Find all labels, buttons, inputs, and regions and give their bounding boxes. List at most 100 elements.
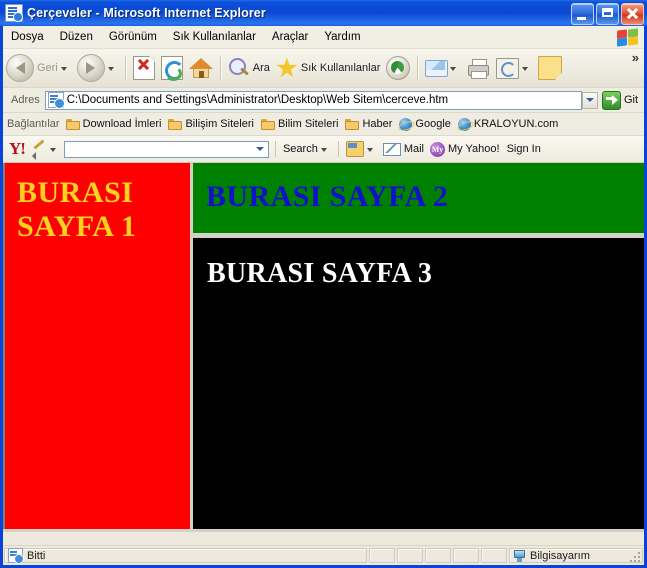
menu-item-gorunum[interactable]: Görünüm	[101, 29, 165, 45]
notes-icon	[538, 56, 563, 80]
ie-page-icon	[456, 117, 475, 133]
back-chevron-down-icon[interactable]	[60, 67, 67, 71]
forward-button[interactable]	[74, 51, 121, 85]
menu-bar: Dosya Düzen Görünüm Sık Kullanılanlar Ar…	[3, 26, 644, 49]
options-chevron-down-icon[interactable]	[366, 148, 373, 152]
link-bilisim-siteleri[interactable]: Bilişim Siteleri	[168, 118, 254, 130]
folder-icon	[260, 118, 275, 130]
print-button[interactable]	[463, 51, 493, 85]
folder-icon	[65, 118, 80, 130]
sign-in-button[interactable]: Sign In	[503, 143, 545, 155]
home-icon	[188, 57, 213, 79]
frame-sayfa-1[interactable]: BURASI SAYFA 1	[5, 163, 191, 529]
frame-sayfa-2[interactable]: BURASI SAYFA 2	[193, 163, 644, 233]
window-title: Çerçeveler - Microsoft Internet Explorer	[27, 6, 266, 20]
yahoo-mail-label: Mail	[403, 143, 424, 155]
edit-icon	[496, 57, 520, 79]
address-input[interactable]: C:\Documents and Settings\Administrator\…	[44, 90, 582, 110]
yahoo-search-dropdown-button[interactable]	[253, 142, 268, 157]
link-download-imleri[interactable]: Download İmleri	[65, 118, 162, 130]
yahoo-logo[interactable]: Y!	[9, 139, 26, 159]
yahoo-mail-button[interactable]: Mail	[380, 142, 427, 156]
pencil-chevron-down-icon[interactable]	[49, 148, 56, 152]
windows-flag-icon	[614, 27, 640, 47]
yahoo-search-button[interactable]: Search	[280, 143, 334, 155]
search-options-icon	[345, 141, 364, 157]
favorites-label: Sık Kullanılanlar	[300, 62, 381, 74]
media-icon	[386, 56, 411, 80]
security-zone-pane[interactable]: Bilgisayarım	[509, 548, 643, 563]
search-icon	[228, 57, 250, 79]
link-bilim-siteleri[interactable]: Bilim Siteleri	[260, 118, 339, 130]
notes-button[interactable]	[535, 51, 565, 85]
close-button[interactable]	[621, 3, 644, 25]
menu-item-dosya[interactable]: Dosya	[3, 29, 52, 45]
link-label: KRALOYUN.com	[473, 118, 559, 130]
pencil-icon[interactable]	[31, 139, 47, 160]
menu-item-araclar[interactable]: Araçlar	[264, 29, 316, 45]
link-google[interactable]: Google	[397, 117, 451, 133]
refresh-button[interactable]	[158, 51, 186, 85]
menu-item-yardim[interactable]: Yardım	[316, 29, 368, 45]
frame2-heading: BURASI SAYFA 2	[206, 180, 449, 213]
link-label: Bilişim Siteleri	[185, 118, 254, 130]
my-yahoo-button[interactable]: My My Yahoo!	[427, 141, 503, 157]
forward-chevron-down-icon[interactable]	[107, 67, 114, 71]
address-value: C:\Documents and Settings\Administrator\…	[66, 94, 449, 106]
search-label: Ara	[252, 62, 270, 74]
refresh-icon	[160, 56, 184, 81]
edit-chevron-down-icon[interactable]	[522, 67, 529, 71]
client-area: Dosya Düzen Görünüm Sık Kullanılanlar Ar…	[3, 26, 644, 565]
edit-button[interactable]	[493, 51, 535, 85]
browser-window: Çerçeveler - Microsoft Internet Explorer…	[0, 0, 647, 568]
link-label: Bilim Siteleri	[277, 118, 339, 130]
frame1-heading: BURASI SAYFA 1	[17, 176, 190, 243]
frame3-heading: BURASI SAYFA 3	[207, 258, 433, 289]
link-label: Download İmleri	[82, 118, 162, 130]
status-bar: Bitti Bilgisayarım	[3, 545, 644, 565]
status-pane: Bitti	[4, 548, 367, 564]
yahoo-searchbox-options-button[interactable]	[343, 141, 380, 157]
address-bar: Adres C:\Documents and Settings\Administ…	[3, 88, 644, 113]
toolbar-divider	[124, 56, 126, 80]
go-label: Git	[623, 94, 638, 106]
toolbar-divider	[219, 56, 221, 80]
search-button[interactable]: Ara	[225, 51, 273, 85]
link-kraloyun[interactable]: KRALOYUN.com	[456, 117, 559, 133]
minimize-button[interactable]	[571, 3, 594, 25]
back-button[interactable]: Geri	[3, 51, 74, 85]
mail-button[interactable]	[422, 51, 463, 85]
links-label: Bağlantılar	[7, 118, 60, 130]
yahoo-search-chevron-down-icon[interactable]	[320, 148, 327, 152]
stop-button[interactable]	[130, 51, 158, 85]
folder-icon	[168, 118, 183, 130]
mail-icon	[382, 142, 401, 156]
link-haber[interactable]: Haber	[345, 118, 392, 130]
page-content-frameset: BURASI SAYFA 1 BURASI SAYFA 2 BURASI SAY…	[3, 163, 644, 532]
my-yahoo-label: My Yahoo!	[447, 143, 500, 155]
toolbar-overflow-icon[interactable]: »	[632, 51, 639, 64]
yahoo-search-input[interactable]	[63, 140, 269, 158]
status-pane-extra	[397, 548, 423, 563]
mail-chevron-down-icon[interactable]	[450, 67, 457, 71]
home-button[interactable]	[186, 51, 216, 85]
address-dropdown-button[interactable]	[581, 91, 598, 109]
media-button[interactable]	[383, 51, 413, 85]
ie-document-icon	[5, 4, 23, 22]
favorites-button[interactable]: Sık Kullanılanlar	[273, 51, 384, 85]
go-button[interactable]: Git	[599, 90, 642, 110]
chevron-down-icon	[585, 98, 594, 102]
maximize-button[interactable]	[596, 3, 619, 25]
caption-buttons	[571, 3, 644, 25]
chevron-down-icon	[256, 147, 265, 151]
link-label: Google	[415, 118, 451, 130]
menu-item-sik-kullanilanlar[interactable]: Sık Kullanılanlar	[165, 29, 264, 45]
resize-grip[interactable]	[630, 552, 642, 564]
stop-icon	[132, 56, 155, 80]
main-toolbar: Geri Ara Sık Kullanılanlar »	[3, 49, 644, 88]
address-label: Adres	[11, 94, 40, 106]
frame-sayfa-3[interactable]: BURASI SAYFA 3	[193, 238, 644, 529]
yahoo-search-label: Search	[282, 143, 318, 155]
status-pane-extra	[425, 548, 451, 563]
menu-item-duzen[interactable]: Düzen	[52, 29, 101, 45]
